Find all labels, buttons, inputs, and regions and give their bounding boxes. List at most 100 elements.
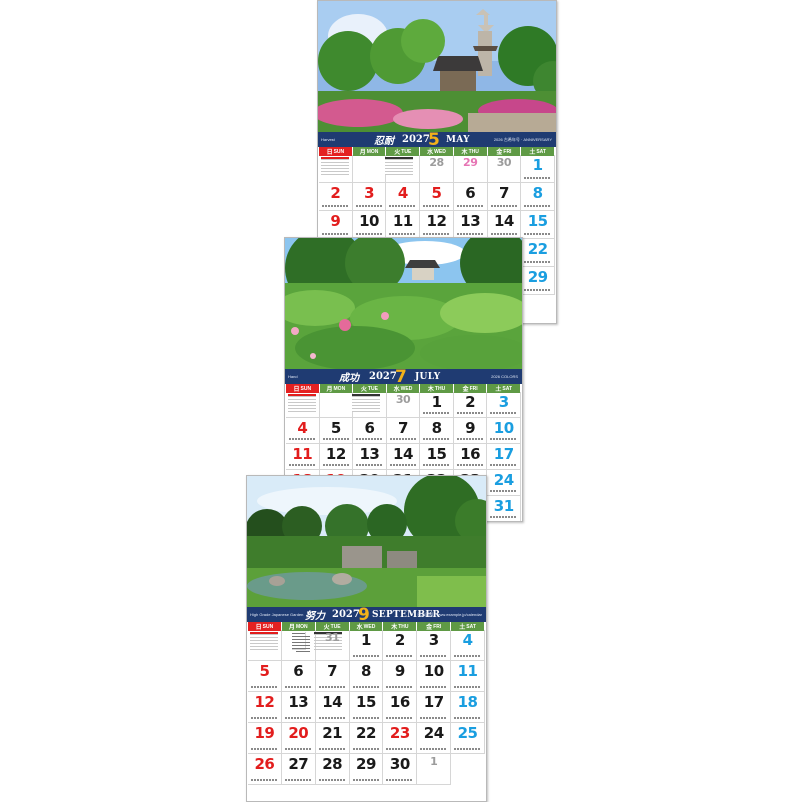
day-number: 22 [356,724,376,742]
day-cell: 17 [487,444,521,470]
day-number: 29 [463,156,478,169]
photo-lotus-pond-pavilion [285,238,522,369]
day-note [454,686,481,688]
photo-japanese-stone-garden-pond [247,476,486,607]
day-number: 12 [325,445,346,463]
day-cell: 31 [315,630,350,661]
day-cell: 12 [248,692,282,723]
weekday-en-label: SAT [466,623,476,630]
weekday-en-label: FRI [469,385,478,392]
day-note [322,438,350,440]
day-number: 3 [364,184,375,202]
day-number: 18 [457,693,478,711]
day-number: 1 [361,631,371,649]
day-note [423,464,450,466]
day-note [389,464,417,466]
weekday-en-label: WED [400,385,413,392]
day-note [318,686,346,688]
day-note [524,177,551,179]
day-note [524,261,551,263]
day-note [490,516,517,518]
weekday-en-label: MON [333,385,346,392]
day-note [322,205,349,207]
day-cell: 11 [286,444,320,470]
weekday-en-label: SUN [300,385,312,392]
day-cell: 9 [319,211,353,239]
day-note [456,205,484,207]
day-note [322,233,349,235]
info-label: 2026 COLORS [491,374,518,379]
day-number: 27 [288,755,309,773]
day-cell: 3 [352,183,387,211]
day-cell: 7 [487,183,522,211]
weekday-en-label: FRI [503,148,512,155]
day-cell: 14 [487,211,522,239]
day-number: 10 [359,212,379,230]
day-number: 19 [254,724,275,742]
info-label: 2026 古希年号 · ANNIVERSARY [493,136,552,142]
day-note [389,438,417,440]
day-cell: 4 [451,630,485,661]
year-label: 2027 [402,134,430,145]
day-note [490,233,518,235]
weekday-en-label: MON [366,148,379,155]
day-note [420,717,448,719]
day-note [456,233,484,235]
day-number: 13 [288,693,309,711]
day-number: 8 [361,662,371,680]
day-note [356,438,383,440]
weekday-en-label: FRI [433,623,442,630]
mini-calendar-cell [352,155,413,183]
day-number: 14 [493,212,514,230]
day-number: 16 [389,693,410,711]
motto-text: 成功 [339,373,359,384]
day-note [490,438,517,440]
info-label: 日本庭園 · www.example.jp/calendar [417,611,482,617]
weekday-en-label: SUN [333,148,345,155]
day-cell: 31 [487,496,521,521]
weekday-en-label: TUE [367,385,378,392]
day-cell: 5 [319,418,354,444]
day-cell: 29 [453,155,488,183]
day-note [251,779,278,781]
day-cell: 29 [349,754,384,785]
day-note [352,655,380,657]
day-cell: 18 [451,692,485,723]
day-number: 30 [496,156,512,169]
day-note [289,438,316,440]
month-name: MAY [446,134,470,145]
day-cell: 4 [286,418,320,444]
mini-calendar-cell [353,392,387,418]
day-number: 7 [398,419,408,437]
day-note [386,748,414,750]
day-note [454,748,481,750]
day-note [352,686,380,688]
day-note [389,205,417,207]
day-cell: 5 [420,183,454,211]
day-cell: 7 [386,418,421,444]
day-cell: 11 [451,661,485,692]
day-cell: 27 [281,754,316,785]
weekday-header: 日 SUN 月 MON 火 TUE 水 WED 木 THU 金 FRI 土 SAT [319,147,555,156]
mini-month-calendar [288,394,316,412]
day-number: 5 [330,419,341,437]
day-number: 2 [394,631,405,649]
day-cell: 30 [487,155,522,183]
day-note [389,233,417,235]
day-number: 11 [292,445,313,463]
brand-label: Harvest [321,137,335,142]
day-cell: 1 [349,630,384,661]
day-number: 22 [527,240,548,258]
day-note [524,233,551,235]
day-number: 7 [327,662,338,680]
day-cell: 4 [386,183,421,211]
day-number: 17 [423,693,444,711]
day-cell: 15 [420,444,454,470]
year-label: 2027 [369,371,397,382]
month-banner: Harvest 忍耐 2027 5 MAY 2026 古希年号 · ANNIVE… [318,130,556,150]
day-cell: 1 [521,155,555,183]
day-number: 11 [457,662,478,680]
day-number: 2 [330,184,341,202]
day-cell: 24 [487,470,521,496]
day-cell: 14 [315,692,350,723]
